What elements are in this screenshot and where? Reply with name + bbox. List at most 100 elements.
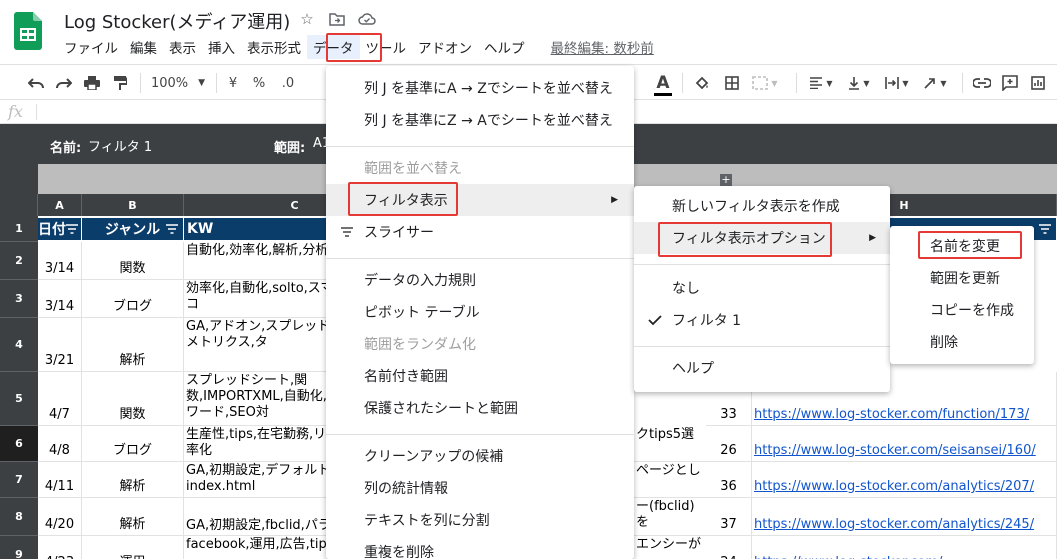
cell-title[interactable]: ー(fbclid)を	[634, 498, 706, 536]
row-header[interactable]: 8	[0, 498, 38, 536]
protected-sheets-item[interactable]: 保護されたシートと範囲	[326, 392, 634, 424]
sheets-logo-icon[interactable]	[14, 12, 42, 50]
cell-genre[interactable]: 解析	[82, 318, 184, 372]
cell-date[interactable]: 3/14	[38, 280, 82, 318]
row-header[interactable]: 9	[0, 536, 38, 559]
undo-icon[interactable]	[26, 73, 46, 93]
cloud-status-icon[interactable]	[358, 10, 376, 28]
document-title[interactable]: Log Stocker(メディア運用)	[64, 8, 290, 34]
slicer-item[interactable]: スライサー	[326, 216, 634, 248]
cell-url-link[interactable]: https://www.log-stocker.com/seisansei/16…	[752, 426, 1057, 462]
sort-sheet-z-a-item[interactable]: 列 J を基準にZ → Aでシートを並べ替え	[326, 104, 634, 136]
last-edit-status[interactable]: 最終編集: 数秒前	[545, 35, 660, 59]
merge-cells-icon[interactable]: ▼	[750, 73, 780, 93]
pivot-table-item[interactable]: ピボット テーブル	[326, 296, 634, 328]
filter-help-item[interactable]: ヘルプ	[634, 352, 890, 384]
filter-1-item[interactable]: フィルタ 1	[634, 304, 890, 336]
named-ranges-item[interactable]: 名前付き範囲	[326, 360, 634, 392]
cell-date[interactable]: 3/21	[38, 318, 82, 372]
fill-color-icon[interactable]	[692, 73, 712, 93]
cell-genre[interactable]: 関数	[82, 372, 184, 426]
cell-url-link[interactable]: https://www.log-stocker.com/analytics/24…	[752, 498, 1057, 536]
cell-date[interactable]: 4/8	[38, 426, 82, 462]
cell-count[interactable]: 26	[706, 426, 752, 462]
column-stats-item[interactable]: 列の統計情報	[326, 472, 634, 504]
row-header[interactable]: 4	[0, 318, 38, 372]
filter-none-item[interactable]: なし	[634, 272, 890, 304]
data-validation-item[interactable]: データの入力規則	[326, 264, 634, 296]
delete-item[interactable]: 削除	[890, 326, 1034, 358]
cell-genre[interactable]: 解析	[82, 498, 184, 536]
menu-edit[interactable]: 編集	[124, 35, 163, 59]
cell-count[interactable]: 36	[706, 462, 752, 498]
print-icon[interactable]	[82, 73, 102, 93]
decrease-decimal-button[interactable]: .0	[276, 73, 300, 93]
sort-range-item[interactable]: 範囲を並べ替え	[326, 152, 634, 184]
duplicate-item[interactable]: コピーを作成	[890, 294, 1034, 326]
cell-genre[interactable]: ブログ	[82, 426, 184, 462]
sort-sheet-a-z-item[interactable]: 列 J を基準にA → Zでシートを並べ替え	[326, 72, 634, 104]
select-all-corner[interactable]	[0, 194, 38, 216]
filter-name-input[interactable]: フィルタ 1	[88, 136, 152, 155]
column-header-a[interactable]: A	[38, 194, 82, 216]
cell-url-link[interactable]: https://www.log-stocker.com/analytics/20…	[752, 462, 1057, 498]
cell-count[interactable]: 24	[706, 536, 752, 559]
cell-date[interactable]: 4/11	[38, 462, 82, 498]
menu-view[interactable]: 表示	[163, 35, 202, 59]
cell-date[interactable]: 4/7	[38, 372, 82, 426]
filter-icon[interactable]	[1038, 222, 1052, 236]
percent-format-button[interactable]: %	[250, 73, 268, 93]
menu-help[interactable]: ヘルプ	[478, 35, 531, 59]
remove-duplicates-item[interactable]: 重複を削除	[326, 536, 634, 559]
cell-genre[interactable]: 解析	[82, 462, 184, 498]
move-folder-icon[interactable]	[328, 10, 346, 28]
row-header[interactable]: 5	[0, 372, 38, 426]
menu-insert[interactable]: 挿入	[202, 35, 241, 59]
insert-comment-icon[interactable]	[1000, 73, 1020, 93]
star-icon[interactable]: ☆	[298, 10, 316, 28]
redo-icon[interactable]	[54, 73, 74, 93]
menu-file[interactable]: ファイル	[58, 35, 124, 59]
create-filter-view-item[interactable]: 新しいフィルタ表示を作成	[634, 190, 890, 222]
insert-link-icon[interactable]	[972, 73, 992, 93]
update-range-item[interactable]: 範囲を更新	[890, 262, 1034, 294]
cell-date[interactable]: 3/14	[38, 242, 82, 280]
cell-genre[interactable]: 運用	[82, 536, 184, 559]
menu-format[interactable]: 表示形式	[241, 35, 307, 59]
borders-icon[interactable]	[722, 73, 742, 93]
text-rotation-icon[interactable]: ▼	[920, 73, 950, 93]
text-color-icon[interactable]: A	[654, 73, 672, 93]
header-cell-genre[interactable]: ジャンル	[82, 218, 184, 240]
filter-icon[interactable]	[65, 222, 79, 236]
cleanup-suggestions-item[interactable]: クリーンアップの候補	[326, 440, 634, 472]
menu-addons[interactable]: アドオン	[412, 35, 478, 59]
cell-title[interactable]: クtips5選	[634, 426, 706, 462]
header-cell-date[interactable]: 日付	[38, 218, 82, 240]
zoom-select[interactable]: 100% ▼	[150, 73, 206, 93]
row-header[interactable]: 1	[0, 216, 38, 242]
cell-genre[interactable]: ブログ	[82, 280, 184, 318]
cell-url-link[interactable]: https://www.log-stocker.com/...	[752, 536, 1057, 559]
currency-format-button[interactable]: ¥	[224, 73, 242, 93]
row-header[interactable]: 6	[0, 426, 38, 462]
cell-date[interactable]: 4/20	[38, 498, 82, 536]
filter-icon[interactable]	[165, 222, 179, 236]
cell-count[interactable]: 37	[706, 498, 752, 536]
cell-title[interactable]: ページとし	[634, 462, 706, 498]
row-header[interactable]: 3	[0, 280, 38, 318]
horizontal-align-icon[interactable]: ▼	[806, 73, 836, 93]
cell-date[interactable]: 4/23	[38, 536, 82, 559]
row-header[interactable]: 2	[0, 242, 38, 280]
paint-format-icon[interactable]	[110, 73, 130, 93]
cell-genre[interactable]: 関数	[82, 242, 184, 280]
grid-corner[interactable]	[0, 164, 38, 194]
cell-title[interactable]: エンシーが	[634, 536, 706, 559]
randomize-range-item[interactable]: 範囲をランダム化	[326, 328, 634, 360]
column-header-b[interactable]: B	[82, 194, 184, 216]
insert-chart-icon[interactable]	[1028, 73, 1048, 93]
vertical-align-icon[interactable]: ▼	[844, 73, 874, 93]
row-header[interactable]: 7	[0, 462, 38, 498]
expand-group-icon[interactable]: +	[720, 174, 732, 186]
split-text-to-columns-item[interactable]: テキストを列に分割	[326, 504, 634, 536]
text-wrapping-icon[interactable]: ▼	[882, 73, 912, 93]
